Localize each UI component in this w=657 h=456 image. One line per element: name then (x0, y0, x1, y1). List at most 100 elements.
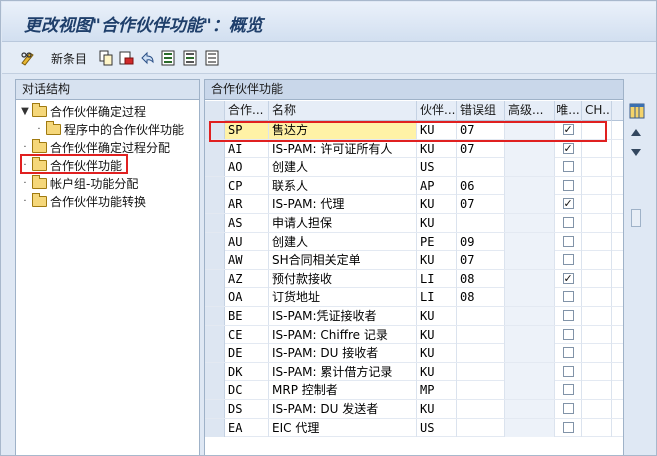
table-settings-icon[interactable] (629, 103, 645, 119)
cell-partner-type[interactable]: KU (417, 213, 457, 232)
cell-name[interactable]: IS-PAM: DU 接收者 (269, 344, 417, 363)
cell-higher-level[interactable] (505, 195, 555, 214)
cell-partner-function[interactable]: AO (225, 158, 269, 177)
tree-item-partner-function-conversion[interactable]: · 合作伙伴功能转换 (20, 192, 146, 210)
cell-ch[interactable] (582, 176, 612, 195)
table-row[interactable]: AO 创建人 US (205, 158, 623, 177)
table-row[interactable]: EA EIC 代理 US (205, 418, 623, 438)
row-selector[interactable] (205, 362, 225, 381)
unique-checkbox[interactable] (562, 328, 574, 340)
tree-item-partner-functions-in-procedure[interactable]: · 程序中的合作伙伴功能 (34, 120, 184, 138)
cell-partner-function[interactable]: DS (225, 399, 269, 418)
cell-error-group[interactable]: 08 (457, 288, 505, 307)
table-row[interactable]: CE IS-PAM: Chiffre 记录 KU (205, 325, 623, 345)
cell-ch[interactable] (582, 139, 612, 158)
row-selector[interactable] (205, 325, 225, 344)
unique-checkbox[interactable] (562, 254, 574, 266)
cell-partner-type[interactable]: LI (417, 269, 457, 288)
table-scrollbar[interactable] (627, 103, 647, 455)
cell-name[interactable]: SH合同相关定单 (269, 251, 417, 270)
cell-partner-type[interactable]: MP (417, 381, 457, 400)
table-row[interactable]: DE IS-PAM: DU 接收者 KU (205, 344, 623, 363)
unique-checkbox[interactable] (562, 140, 574, 158)
cell-error-group[interactable]: 07 (457, 195, 505, 214)
cell-partner-type[interactable]: KU (417, 195, 457, 214)
cell-partner-function[interactable]: OA (225, 288, 269, 307)
table-row[interactable]: OA 订货地址 LI 08 (205, 288, 623, 307)
cell-name[interactable]: MRP 控制者 (269, 381, 417, 400)
table-row[interactable]: DC MRP 控制者 MP (205, 381, 623, 400)
cell-partner-type[interactable]: KU (417, 362, 457, 381)
column-header-name[interactable]: 名称 (269, 101, 417, 121)
cell-partner-type[interactable]: US (417, 158, 457, 177)
unique-checkbox[interactable] (562, 216, 574, 228)
unique-checkbox[interactable] (562, 365, 574, 377)
cell-partner-type[interactable]: KU (417, 399, 457, 418)
tree-item-partner-determination-procedure[interactable]: ▼ 合作伙伴确定过程 (20, 102, 146, 120)
row-selector[interactable] (205, 139, 225, 158)
cell-error-group[interactable] (457, 213, 505, 232)
unique-checkbox[interactable] (562, 421, 574, 433)
cell-partner-type[interactable]: KU (417, 344, 457, 363)
row-selector[interactable] (205, 344, 225, 363)
cell-error-group[interactable] (457, 306, 505, 325)
row-selector[interactable] (205, 158, 225, 177)
table-row[interactable]: DK IS-PAM: 累计借方记录 KU (205, 362, 623, 382)
cell-error-group[interactable] (457, 418, 505, 437)
cell-ch[interactable] (582, 362, 612, 381)
cell-ch[interactable] (582, 288, 612, 307)
cell-partner-function[interactable]: AI (225, 139, 269, 158)
row-selector[interactable] (205, 399, 225, 418)
cell-partner-function[interactable]: EA (225, 418, 269, 437)
cell-higher-level[interactable] (505, 232, 555, 251)
cell-partner-function[interactable]: DK (225, 362, 269, 381)
cell-name[interactable]: EIC 代理 (269, 418, 417, 437)
unique-checkbox[interactable] (562, 195, 574, 213)
cell-partner-function[interactable]: AZ (225, 269, 269, 288)
cell-higher-level[interactable] (505, 288, 555, 307)
cell-higher-level[interactable] (505, 158, 555, 177)
tree-item-account-group-assignment[interactable]: · 帐户组-功能分配 (20, 174, 138, 192)
row-selector[interactable] (205, 418, 225, 437)
cell-higher-level[interactable] (505, 344, 555, 363)
expand-arrow-icon[interactable]: ▼ (20, 106, 30, 117)
cell-ch[interactable] (582, 325, 612, 344)
cell-name[interactable]: 创建人 (269, 232, 417, 251)
cell-name[interactable]: 创建人 (269, 158, 417, 177)
cell-partner-type[interactable]: AP (417, 176, 457, 195)
cell-higher-level[interactable] (505, 269, 555, 288)
cell-ch[interactable] (582, 213, 612, 232)
column-header-ch[interactable]: CH... (582, 101, 612, 121)
table-row[interactable]: AU 创建人 PE 09 (205, 232, 623, 252)
cell-partner-type[interactable]: PE (417, 232, 457, 251)
cell-ch[interactable] (582, 232, 612, 251)
cell-name[interactable]: 联系人 (269, 176, 417, 195)
row-selector[interactable] (205, 232, 225, 251)
unique-checkbox[interactable] (562, 161, 574, 173)
unique-checkbox[interactable] (562, 384, 574, 396)
unique-checkbox[interactable] (562, 291, 574, 303)
cell-partner-function[interactable]: AS (225, 213, 269, 232)
table-row[interactable]: AZ 预付款接收 LI 08 (205, 269, 623, 289)
unique-checkbox[interactable] (562, 309, 574, 321)
cell-higher-level[interactable] (505, 381, 555, 400)
cell-error-group[interactable] (457, 158, 505, 177)
cell-error-group[interactable]: 07 (457, 139, 505, 158)
deselect-all-button[interactable] (204, 48, 220, 68)
cell-partner-function[interactable]: CE (225, 325, 269, 344)
cell-partner-function[interactable]: CP (225, 176, 269, 195)
cell-higher-level[interactable] (505, 362, 555, 381)
cell-name[interactable]: 申请人担保 (269, 213, 417, 232)
table-row[interactable]: AI IS-PAM: 许可证所有人 KU 07 (205, 139, 623, 159)
cell-partner-type[interactable]: KU (417, 139, 457, 158)
column-header-partner-type[interactable]: 伙伴... (417, 101, 457, 121)
cell-partner-type[interactable]: KU (417, 251, 457, 270)
cell-higher-level[interactable] (505, 139, 555, 158)
cell-name[interactable]: IS-PAM: Chiffre 记录 (269, 325, 417, 344)
cell-higher-level[interactable] (505, 418, 555, 437)
select-all-rows-corner[interactable] (205, 101, 225, 121)
row-selector[interactable] (205, 288, 225, 307)
cell-partner-type[interactable]: KU (417, 306, 457, 325)
unique-checkbox[interactable] (562, 347, 574, 359)
unique-checkbox[interactable] (562, 270, 574, 288)
